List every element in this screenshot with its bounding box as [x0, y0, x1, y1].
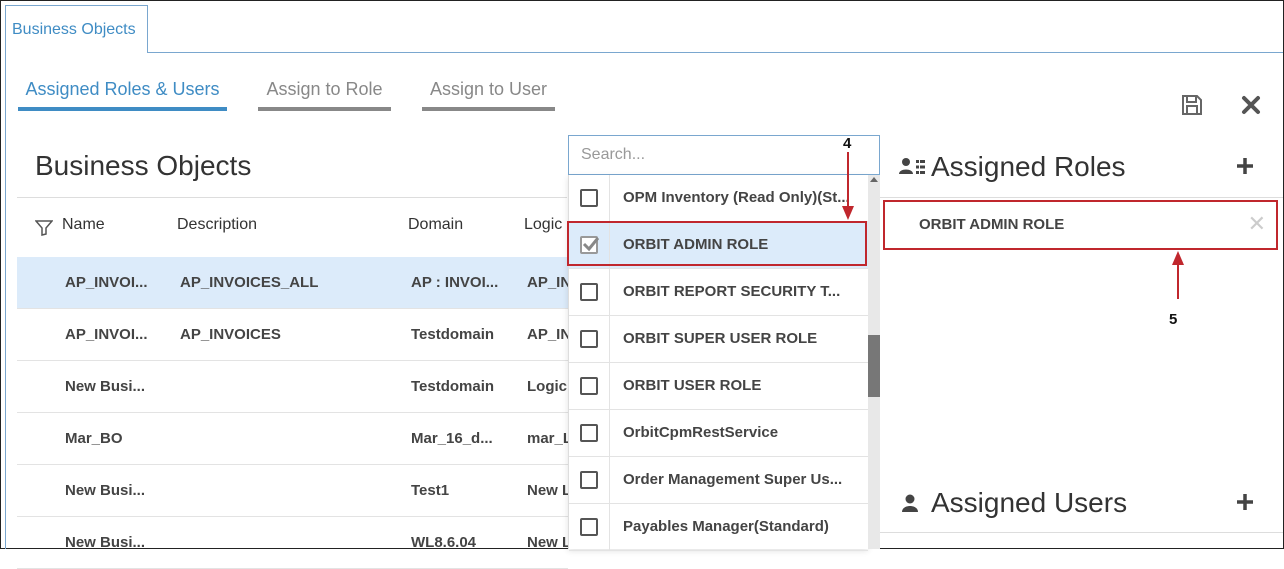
table-row[interactable]: AP_INVOI... AP_INVOICES_ALL AP : INVOI..… — [17, 257, 568, 309]
cell-logic: mar_L — [527, 430, 568, 447]
role-search-input[interactable] — [568, 135, 880, 175]
save-icon[interactable] — [1180, 93, 1204, 122]
close-icon[interactable] — [1241, 95, 1261, 120]
users-divider — [880, 532, 1283, 533]
cell-name: New Busi... — [65, 378, 146, 395]
role-option[interactable]: OPM Inventory (Read Only)(St... — [569, 175, 868, 222]
plus-icon[interactable] — [1236, 493, 1254, 516]
role-option[interactable]: Payables Manager(Standard) — [569, 504, 868, 551]
assigned-roles-title: Assigned Roles — [931, 151, 1126, 182]
role-checkbox[interactable] — [580, 283, 598, 301]
role-option-label: ORBIT USER ROLE — [623, 377, 762, 394]
tab-business-objects[interactable]: Business Objects — [5, 5, 148, 53]
cell-domain: AP : INVOI... — [411, 274, 499, 291]
cell-domain: Testdomain — [411, 378, 495, 395]
role-option[interactable]: ORBIT REPORT SECURITY T... — [569, 269, 868, 316]
cell-logic: Logic — [527, 378, 567, 395]
subtab-underline — [258, 107, 391, 111]
role-checkbox[interactable] — [580, 189, 598, 207]
checkbox-cell — [569, 222, 610, 268]
assigned-users-title: Assigned Users — [931, 487, 1128, 518]
cell-domain: Mar_16_d... — [411, 430, 493, 447]
column-header-logic[interactable]: Logic — [524, 216, 568, 234]
user-icon — [902, 494, 918, 517]
role-checkbox[interactable] — [580, 424, 598, 442]
cell-name: AP_INVOI... — [65, 326, 148, 343]
role-checkbox[interactable] — [580, 236, 600, 254]
role-option[interactable]: OrbitCpmRestService — [569, 410, 868, 457]
table-row[interactable]: New Busi... Testdomain Logic — [17, 361, 568, 413]
table-row[interactable]: New Busi... Test1 New L — [17, 465, 568, 517]
roles-divider — [880, 197, 1283, 198]
checkbox-cell — [569, 410, 610, 456]
grid-divider — [17, 197, 567, 198]
subtab-underline — [422, 107, 555, 111]
role-option-label: ORBIT REPORT SECURITY T... — [623, 283, 841, 300]
filter-icon[interactable] — [34, 220, 54, 241]
subtab-underline — [18, 107, 227, 111]
cell-logic: New L — [527, 482, 568, 499]
role-checkbox[interactable] — [580, 330, 598, 348]
checkbox-cell — [569, 457, 610, 503]
assigned-role-label: ORBIT ADMIN ROLE — [919, 216, 1065, 233]
plus-icon[interactable] — [1236, 157, 1254, 180]
table-row[interactable]: AP_INVOI... AP_INVOICES Testdomain AP_IN — [17, 309, 568, 361]
checkbox-cell — [569, 175, 610, 221]
cell-logic: AP_IN — [527, 326, 568, 343]
annotation-arrow-up — [1172, 251, 1184, 299]
role-option[interactable]: ORBIT SUPER USER ROLE — [569, 316, 868, 363]
checkmark-icon — [582, 237, 600, 252]
subtab-assigned-roles-users[interactable]: Assigned Roles & Users — [18, 78, 227, 111]
subtab-assign-to-user[interactable]: Assign to User — [422, 78, 555, 111]
cell-description: AP_INVOICES_ALL — [180, 274, 319, 291]
table-row[interactable]: New Busi... WL8.6.04 New L — [17, 517, 568, 569]
cell-domain: Test1 — [411, 482, 450, 499]
cell-domain: Testdomain — [411, 326, 495, 343]
subtab-assign-to-role[interactable]: Assign to Role — [258, 78, 391, 111]
column-header-name[interactable]: Name — [62, 216, 105, 234]
role-option-label: OPM Inventory (Read Only)(St... — [623, 189, 850, 206]
role-option-label: ORBIT ADMIN ROLE — [623, 236, 769, 253]
annotation-step-4: 4 — [843, 135, 852, 152]
role-option-label: Order Management Super Us... — [623, 471, 843, 488]
role-option[interactable]: ORBIT ADMIN ROLE — [569, 222, 868, 269]
role-checkbox[interactable] — [580, 518, 598, 536]
checkbox-cell — [569, 269, 610, 315]
role-option-label: ORBIT SUPER USER ROLE — [623, 330, 818, 347]
checkbox-cell — [569, 504, 610, 550]
cell-description: AP_INVOICES — [180, 326, 281, 343]
user-roles-icon — [899, 157, 925, 182]
cell-logic: AP_IN — [527, 274, 568, 291]
subtab-label: Assign to Role — [266, 79, 383, 99]
subtab-label: Assign to User — [429, 79, 548, 99]
role-option[interactable]: Order Management Super Us... — [569, 457, 868, 504]
assigned-role-item: ORBIT ADMIN ROLE ✕ — [883, 200, 1278, 250]
role-checkbox[interactable] — [580, 471, 598, 489]
role-option[interactable]: ORBIT USER ROLE — [569, 363, 868, 410]
cell-name: New Busi... — [65, 482, 146, 499]
scroll-up-arrow-icon[interactable] — [870, 177, 878, 182]
cell-domain: WL8.6.04 — [411, 534, 477, 551]
role-dropdown-list: OPM Inventory (Read Only)(St... ORBIT AD… — [568, 175, 868, 551]
dropdown-scrollbar[interactable] — [868, 175, 880, 549]
checkbox-cell — [569, 363, 610, 409]
role-option-label: Payables Manager(Standard) — [623, 518, 829, 535]
scrollbar-thumb[interactable] — [868, 335, 880, 397]
table-row[interactable]: Mar_BO Mar_16_d... mar_L — [17, 413, 568, 465]
column-header-domain[interactable]: Domain — [408, 216, 463, 234]
business-objects-title: Business Objects — [35, 150, 252, 181]
column-header-description[interactable]: Description — [177, 216, 257, 234]
cell-logic: New L — [527, 534, 568, 551]
cell-name: New Busi... — [65, 534, 146, 551]
checkbox-cell — [569, 316, 610, 362]
cell-name: Mar_BO — [65, 430, 123, 447]
role-checkbox[interactable] — [580, 377, 598, 395]
remove-x-icon[interactable]: ✕ — [1248, 213, 1266, 235]
subtab-label: Assigned Roles & Users — [25, 79, 220, 99]
cell-name: AP_INVOI... — [65, 274, 148, 291]
annotation-arrow-down — [842, 152, 854, 220]
role-option-label: OrbitCpmRestService — [623, 424, 779, 441]
annotation-step-5: 5 — [1169, 311, 1178, 328]
